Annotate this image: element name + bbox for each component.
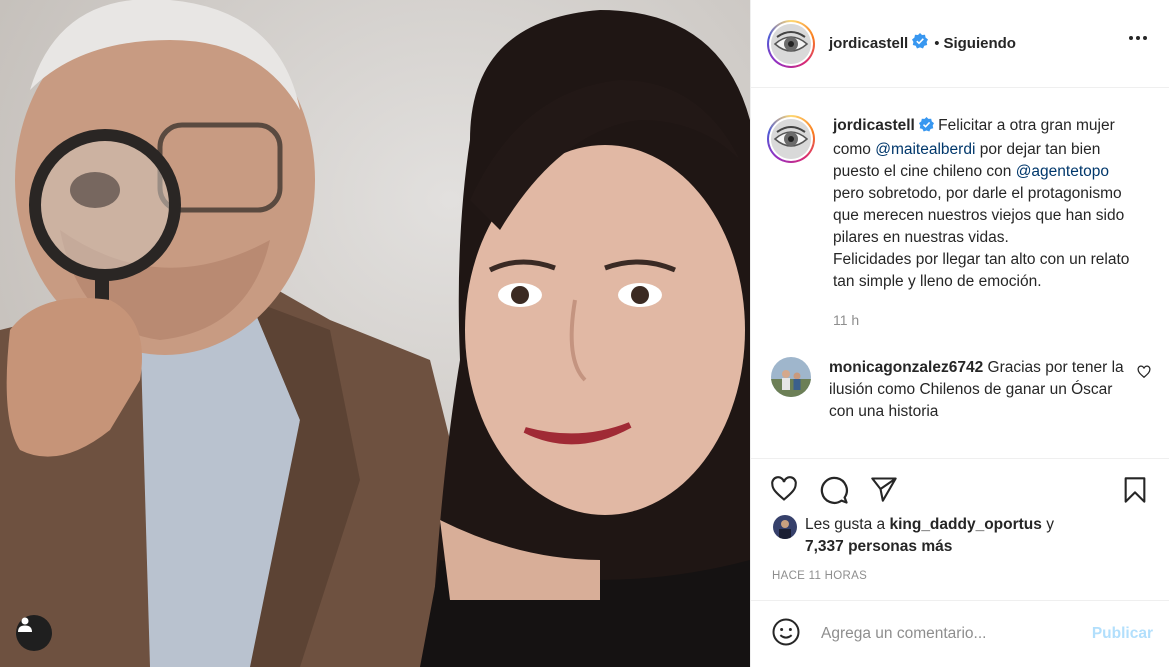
liker-avatar-image [773,515,797,539]
photo-illustration [0,0,750,667]
author-username[interactable]: jordicastell [829,35,908,52]
share-icon[interactable] [869,475,899,508]
author-avatar[interactable] [767,19,815,68]
eye-avatar-image [771,23,811,64]
comment-input[interactable] [821,625,1061,643]
likes-middle: y [1041,516,1054,533]
bookmark-icon[interactable] [1121,475,1149,510]
add-comment-bar: Publicar [751,600,1169,667]
post-timestamp[interactable]: HACE 11 HORAS [772,570,867,582]
comment-like-heart-icon[interactable] [1137,365,1151,384]
caption-username[interactable]: jordicastell [833,117,915,134]
post-actions [751,458,1169,518]
verified-badge-icon [918,117,934,139]
comment-text: monicagonzalez6742 Gracias por tener la … [829,357,1129,423]
mention-link[interactable]: @maitealberdi [875,141,975,158]
commenter-username[interactable]: monicagonzalez6742 [829,359,983,376]
comment-icon[interactable] [819,475,849,510]
instagram-post-modal: jordicastell • Siguiendo jordicastell Fe… [0,0,1169,667]
commenter-avatar[interactable] [771,357,811,397]
caption-text: jordicastell Felicitar a otra gran mujer… [833,115,1133,331]
liker-username[interactable]: king_daddy_oportus [889,516,1041,533]
post-photo[interactable] [0,0,750,667]
emoji-icon[interactable] [771,617,801,652]
verified-badge-icon [912,33,929,54]
caption-timestamp[interactable]: 11 h [833,309,1133,331]
mention-link[interactable]: @agentetopo [1016,163,1109,180]
caption-author-avatar[interactable] [767,115,815,163]
caption-text-part: pero sobretodo, por darle el protagonism… [833,185,1125,246]
user-tag-icon [18,617,32,632]
commenter-avatar-image [771,357,811,397]
eye-avatar-image [771,119,811,159]
heart-icon[interactable] [769,475,799,508]
post-header: jordicastell • Siguiendo [751,0,1169,88]
following-button[interactable]: Siguiendo [943,35,1016,52]
caption-text-part: Felicidades por llegar tan alto con un r… [833,251,1130,290]
more-options-icon[interactable] [1129,36,1147,40]
post-details-panel: jordicastell • Siguiendo jordicastell Fe… [750,0,1169,667]
comment-row: monicagonzalez6742 Gracias por tener la … [767,357,1153,423]
likes-summary: Les gusta a king_daddy_oportus y 7,337 p… [773,514,1159,558]
liker-avatar[interactable] [773,515,797,539]
separator-dot: • [934,35,940,52]
likes-prefix: Les gusta a [805,516,890,533]
publish-button[interactable]: Publicar [1092,625,1153,643]
comments-list[interactable]: jordicastell Felicitar a otra gran mujer… [751,89,1169,458]
caption-row: jordicastell Felicitar a otra gran mujer… [767,115,1153,331]
user-tag-button[interactable] [16,615,52,651]
likes-count[interactable]: 7,337 personas más [805,538,952,555]
